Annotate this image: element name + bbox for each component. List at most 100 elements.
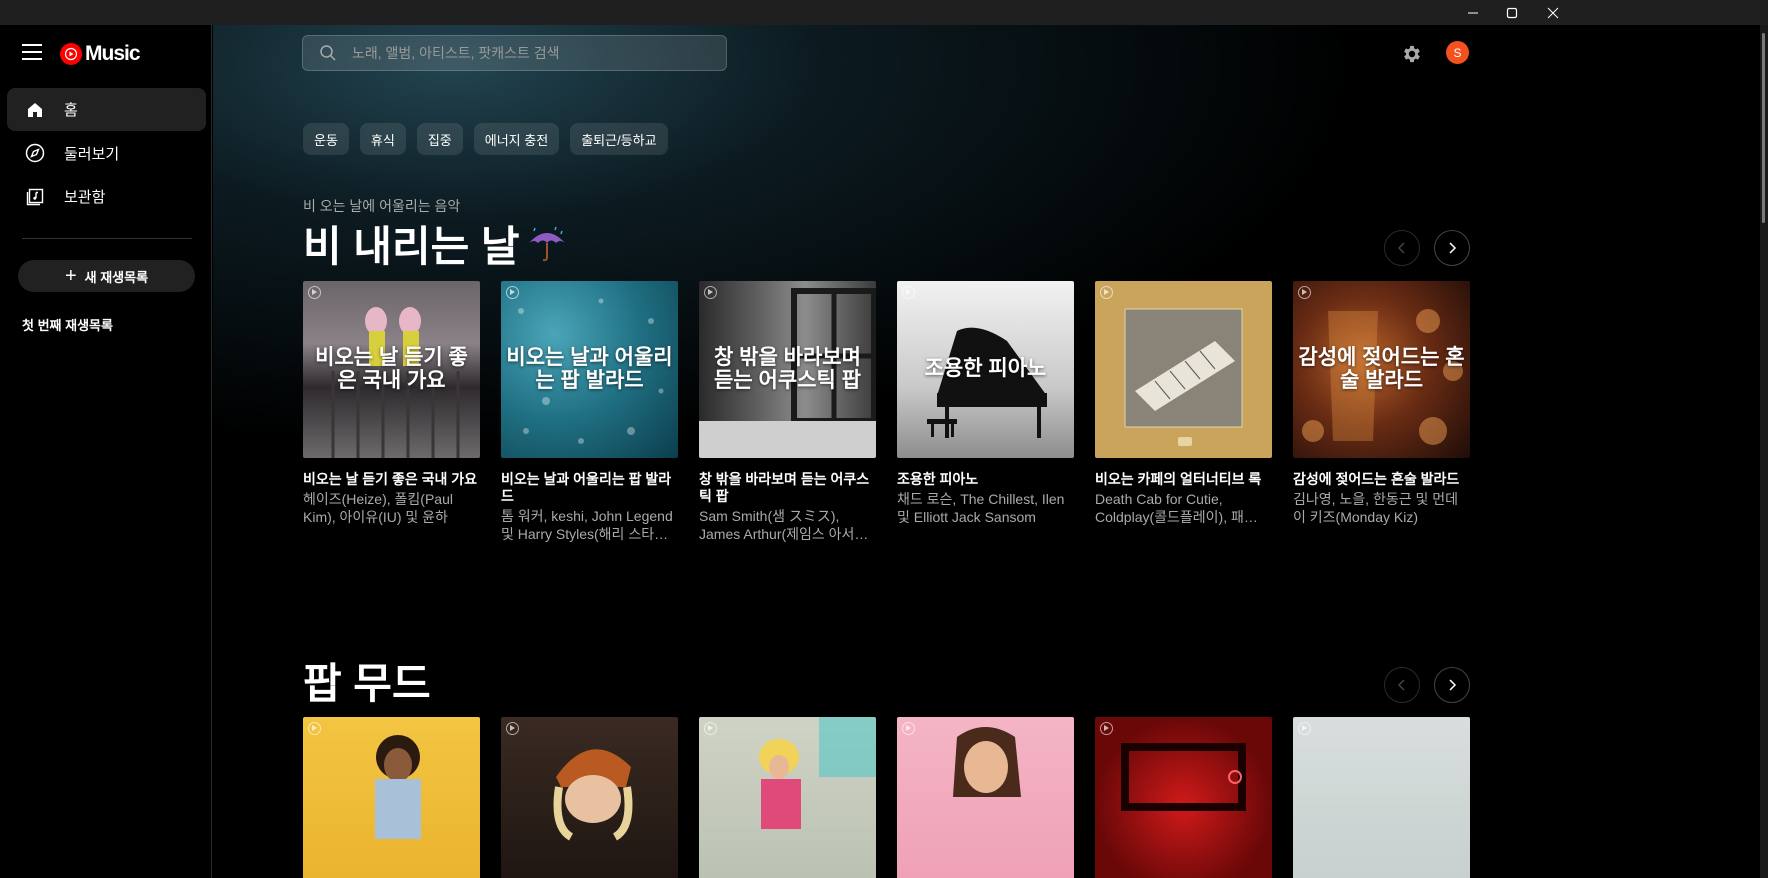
playlist-artists: 김나영, 노을, 한동근 및 먼데이 키즈(Monday Kiz) [1293, 491, 1459, 525]
chip-relax[interactable]: 휴식 [359, 123, 406, 155]
chip-energize[interactable]: 에너지 충전 [473, 123, 560, 155]
playlist-badge-icon [704, 722, 717, 735]
umbrella-icon [528, 226, 565, 261]
playlist-card[interactable] [303, 717, 480, 878]
logo-text: Music [85, 42, 141, 65]
playlist-thumbnail: 감성에 젖어드는 혼술 발라드 [1293, 281, 1470, 458]
chip-focus[interactable]: 집중 [416, 123, 463, 155]
playlist-thumbnail: 조용한 피아노 [897, 281, 1074, 458]
playlist-badge-icon [308, 286, 321, 299]
thumbnail-text: 비오는 날 듣기 좋은 국내 가요 [315, 346, 468, 392]
gear-icon[interactable] [1401, 43, 1423, 65]
new-playlist-button[interactable]: + 새 재생목록 [18, 260, 195, 292]
mood-chips: 운동 휴식 집중 에너지 충전 출퇴근/등하교 [303, 123, 679, 155]
playlist-thumbnail [303, 717, 480, 878]
playlist-artists: 톰 워커, keshi, John Legend 및 Harry Styles(… [501, 508, 673, 542]
playlist-badge-icon [506, 722, 519, 735]
playlist-badge-icon [1100, 286, 1113, 299]
section-title-text: 비 내리는 날 [303, 223, 520, 270]
playlist-thumbnail: 비오는 날과 어울리는 팝 발라드 [501, 281, 678, 458]
playlist-artists: 채드 로슨, The Chillest, Ilen 및 Elliott Jack… [897, 491, 1065, 525]
playlist-title[interactable]: 비오는 날 듣기 좋은 국내 가요 [303, 471, 480, 488]
chip-workout[interactable]: 운동 [303, 123, 349, 155]
playlist-title[interactable]: 비오는 카페의 얼터너티브 록 [1095, 471, 1272, 488]
playlist-badge-icon [506, 286, 519, 299]
carousel-next-button[interactable] [1434, 230, 1470, 266]
library-icon [25, 187, 45, 207]
section-title: 비 내리는 날 [303, 213, 568, 274]
section-title: 팝 무드 [303, 650, 431, 711]
avatar[interactable]: S [1446, 41, 1469, 64]
sidebar-item-label: 보관함 [64, 189, 106, 206]
playlist-badge-icon [1100, 722, 1113, 735]
playlist-card[interactable]: 비오는 날 듣기 좋은 국내 가요 비오는 날 듣기 좋은 국내 가요 헤이즈(… [303, 281, 480, 543]
playlist-thumbnail: 창 밖을 바라보며 듣는 어쿠스틱 팝 [699, 281, 876, 458]
search-input[interactable] [352, 45, 726, 61]
search-bar[interactable] [302, 35, 727, 71]
playlist-thumbnail [501, 717, 678, 878]
main-content: S 운동 휴식 집중 에너지 충전 출퇴근/등하교 비 오는 날에 어울리는 음… [213, 25, 1768, 878]
sidebar-item-library[interactable]: 보관함 [7, 175, 206, 218]
playlist-card[interactable]: 감성에 젖어드는 혼술 발라드 감성에 젖어드는 혼술 발라드 김나영, 노을,… [1293, 281, 1470, 543]
playlist-badge-icon [308, 722, 321, 735]
playlist-carousel: 비오는 날 듣기 좋은 국내 가요 비오는 날 듣기 좋은 국내 가요 헤이즈(… [303, 281, 1491, 543]
thumbnail-text: 조용한 피아노 [924, 357, 1047, 381]
playlist-card[interactable]: 창 밖을 바라보며 듣는 어쿠스틱 팝 창 밖을 바라보며 듣는 어쿠스틱 팝 … [699, 281, 876, 543]
playlist-card[interactable] [1293, 717, 1470, 878]
close-icon[interactable] [1530, 0, 1576, 25]
playlist-badge-icon [902, 722, 915, 735]
playlist-artists: Sam Smith(샘 スミス), James Arthur(제임스 아서… [699, 508, 869, 542]
chevron-right-icon [1449, 242, 1457, 254]
carousel-next-button[interactable] [1434, 667, 1470, 703]
playlist-artists: Death Cab for Cutie, Coldplay(콜드플레이), 패… [1095, 491, 1258, 525]
playlist-badge-icon [1298, 722, 1311, 735]
sidebar-playlist-item[interactable]: 첫 번째 재생목록 [22, 315, 113, 334]
playlist-badge-icon [1298, 286, 1311, 299]
playlist-title[interactable]: 감성에 젖어드는 혼술 발라드 [1293, 471, 1470, 488]
maximize-icon[interactable] [1489, 0, 1535, 25]
sidebar-item-explore[interactable]: 둘러보기 [7, 132, 206, 175]
playlist-carousel [303, 717, 1491, 878]
playlist-thumbnail: 비오는 날 듣기 좋은 국내 가요 [303, 281, 480, 458]
playlist-card[interactable] [501, 717, 678, 878]
carousel-prev-button[interactable] [1384, 667, 1420, 703]
playlist-badge-icon [704, 286, 717, 299]
playlist-card[interactable] [1095, 717, 1272, 878]
thumbnail-text: 비오는 날과 어울리는 팝 발라드 [506, 346, 673, 392]
playlist-title[interactable]: 비오는 날과 어울리는 팝 발라드 [501, 471, 678, 505]
sidebar-item-label: 홈 [64, 102, 78, 119]
new-playlist-label: 새 재생목록 [84, 269, 149, 285]
sidebar-item-home[interactable]: 홈 [7, 88, 206, 131]
playlist-title[interactable]: 조용한 피아노 [897, 471, 1074, 488]
chevron-left-icon [1397, 242, 1405, 254]
thumbnail-text: 창 밖을 바라보며 듣는 어쿠스틱 팝 [714, 346, 861, 392]
playlist-title[interactable]: 창 밖을 바라보며 듣는 어쿠스틱 팝 [699, 471, 876, 505]
play-logo-icon [60, 43, 82, 65]
sidebar: Music 홈 둘러보기 보관함 + 새 재생목록 첫 번째 재생목록 [0, 25, 212, 878]
playlist-thumbnail [897, 717, 1074, 878]
playlist-badge-icon [902, 286, 915, 299]
playlist-card[interactable]: 비오는 날과 어울리는 팝 발라드 비오는 날과 어울리는 팝 발라드 톰 워커… [501, 281, 678, 543]
chevron-left-icon [1397, 679, 1405, 691]
plus-icon: + [64, 265, 77, 287]
scrollbar-thumb[interactable] [1762, 33, 1765, 223]
compass-icon [25, 143, 45, 163]
chevron-right-icon [1449, 679, 1457, 691]
carousel-prev-button[interactable] [1384, 230, 1420, 266]
playlist-card[interactable] [699, 717, 876, 878]
playlist-card[interactable]: 조용한 피아노 조용한 피아노 채드 로슨, The Chillest, Ile… [897, 281, 1074, 543]
playlist-card[interactable]: 비오는 카페의 얼터너티브 록 Death Cab for Cutie, Col… [1095, 281, 1272, 543]
section-title-text: 팝 무드 [303, 660, 431, 707]
sidebar-item-label: 둘러보기 [64, 145, 120, 163]
search-icon [320, 45, 336, 61]
playlist-artists: 헤이즈(Heize), 폴킴(Paul Kim), 아이유(IU) 및 윤하 [303, 491, 453, 525]
sidebar-nav: 홈 둘러보기 보관함 [7, 88, 206, 219]
chip-commute[interactable]: 출퇴근/등하교 [570, 123, 668, 155]
youtube-music-logo[interactable]: Music [60, 42, 141, 66]
home-icon [25, 100, 45, 120]
menu-icon[interactable] [22, 44, 42, 60]
main-scrollbar[interactable] [1760, 25, 1768, 878]
thumbnail-text: 감성에 젖어드는 혼술 발라드 [1298, 346, 1465, 392]
playlist-card[interactable] [897, 717, 1074, 878]
playlist-thumbnail [1095, 717, 1272, 878]
